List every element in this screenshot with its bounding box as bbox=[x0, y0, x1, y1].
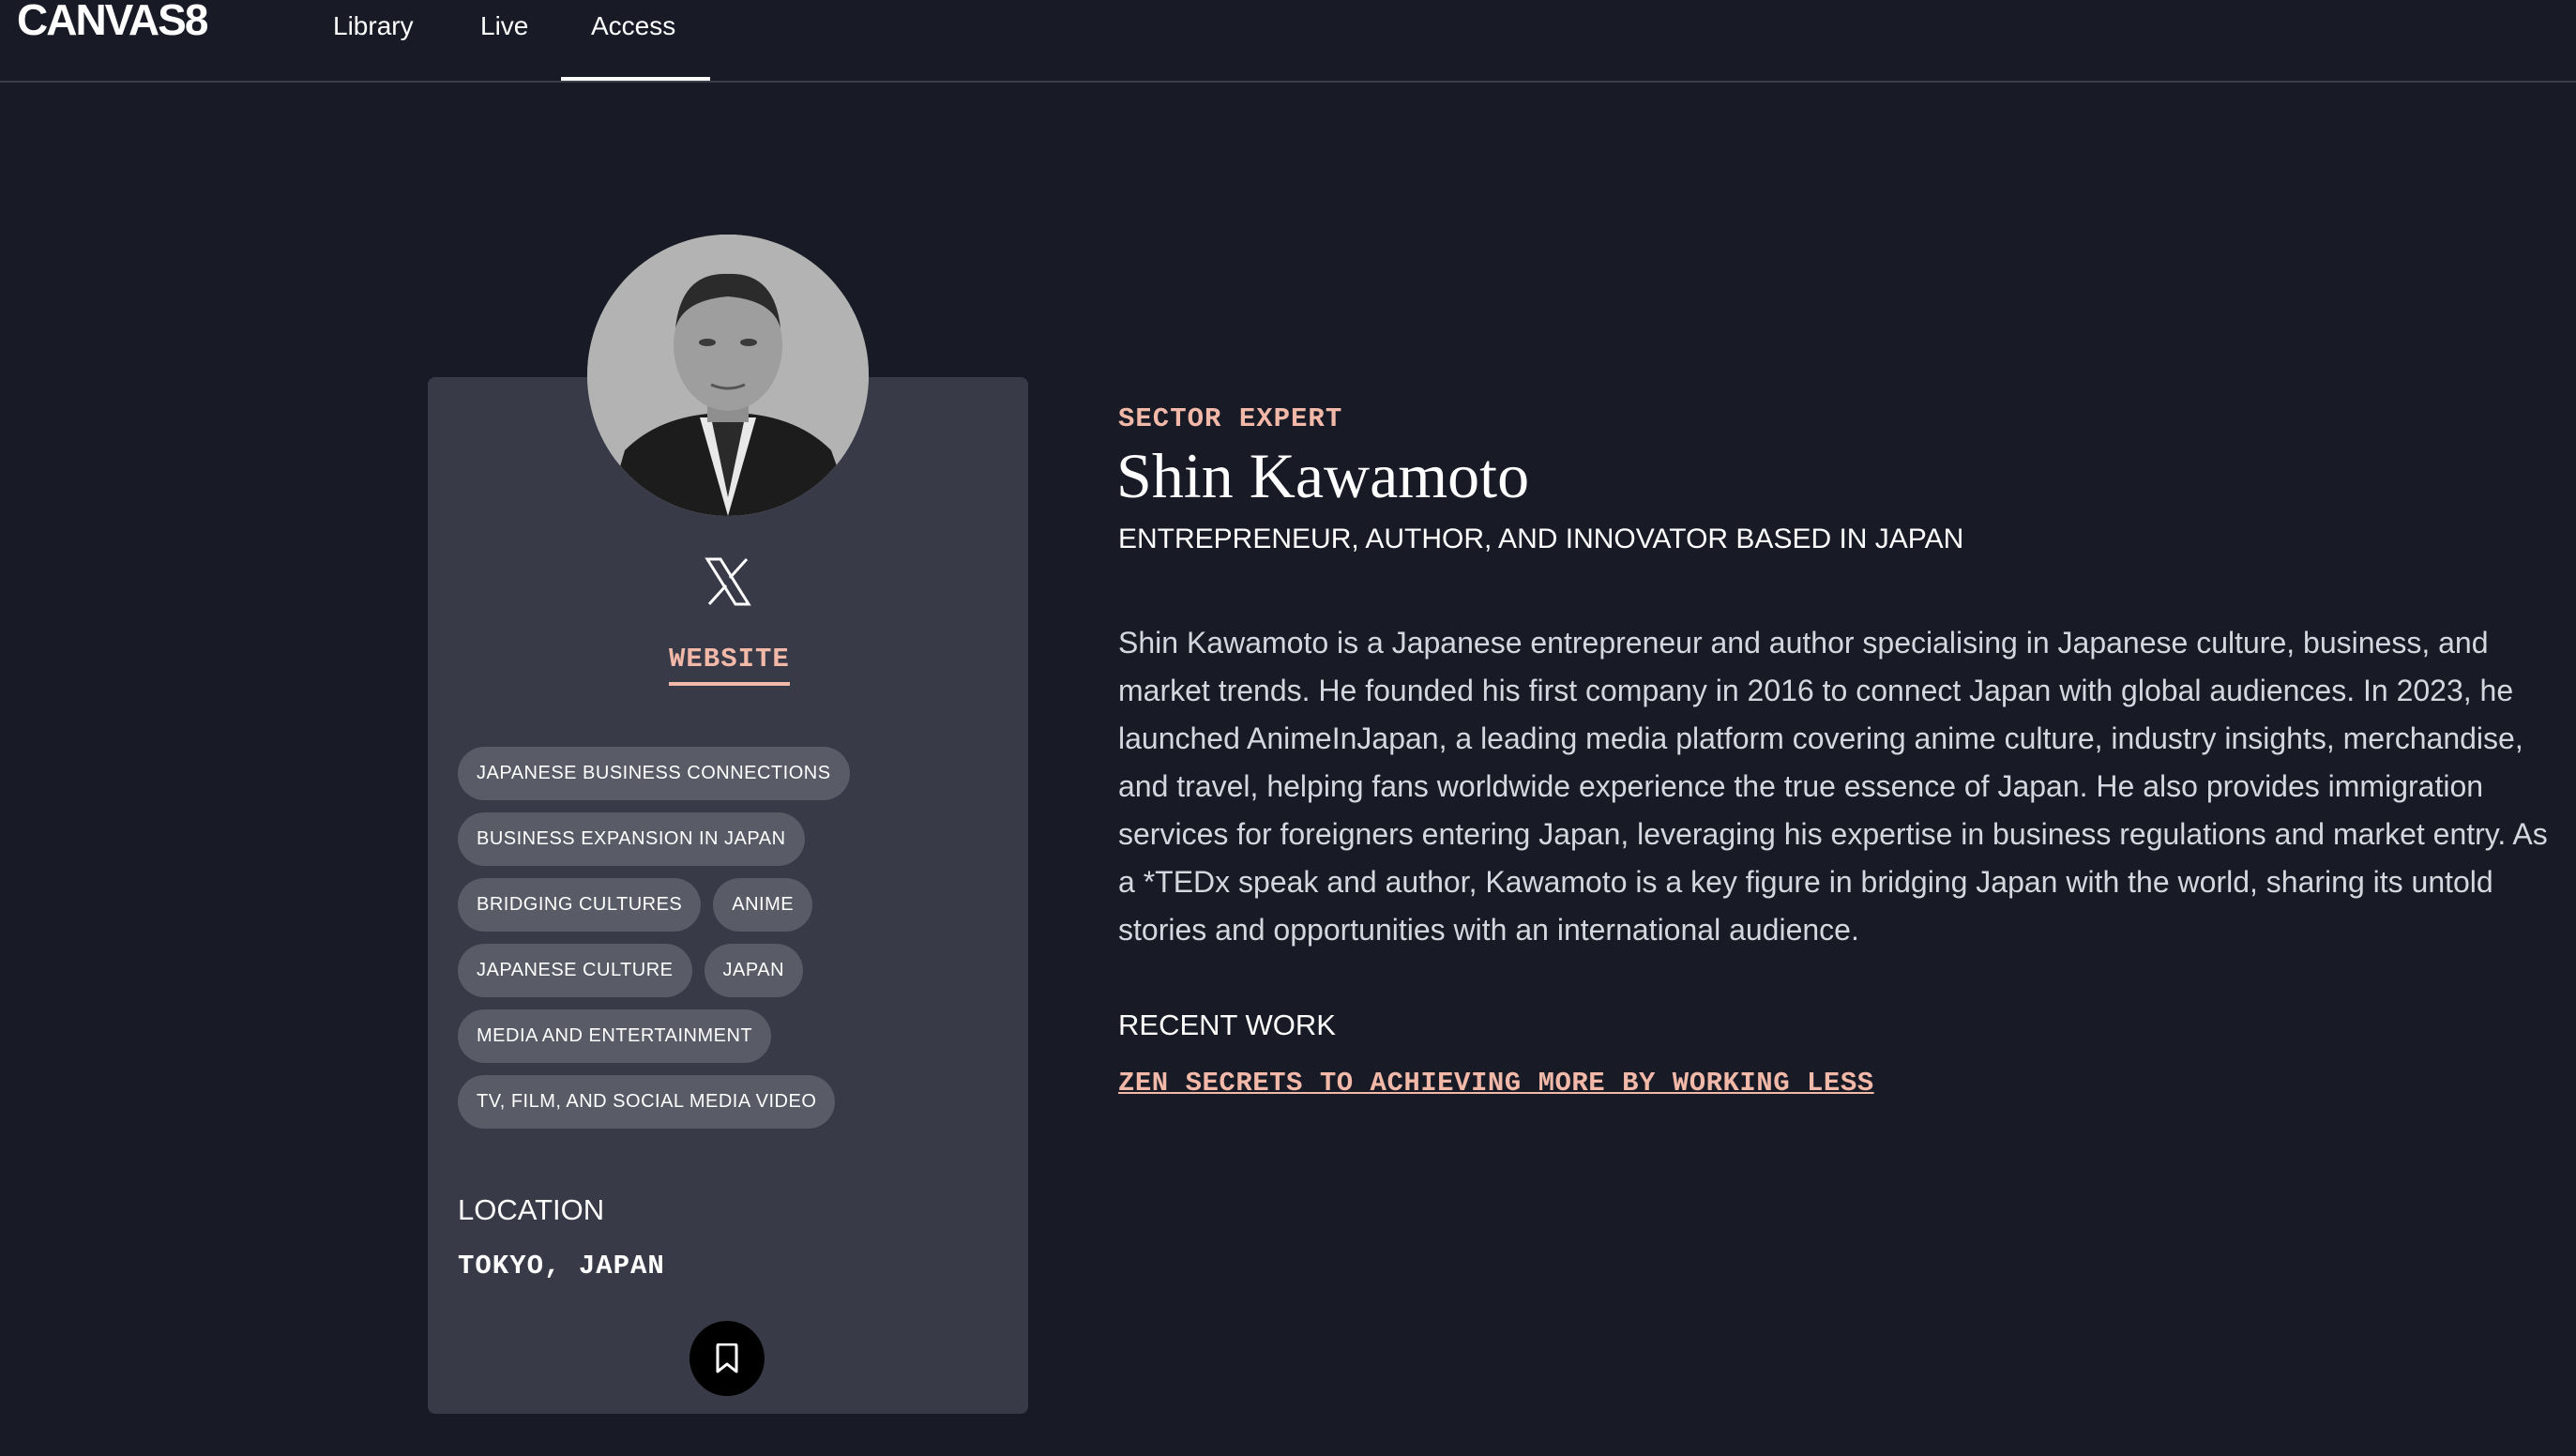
active-tab-indicator bbox=[561, 77, 710, 81]
bookmark-icon bbox=[716, 1343, 738, 1373]
expert-bio: Shin Kawamoto is a Japanese entrepreneur… bbox=[1118, 626, 2548, 947]
nav-item-library[interactable]: Library bbox=[333, 11, 414, 41]
role-label: SECTOR EXPERT bbox=[1118, 403, 1343, 434]
top-navigation: CANVAS8 Library Live Access bbox=[0, 0, 2576, 83]
tag-japanese-business-connections[interactable]: JAPANESE BUSINESS CONNECTIONS bbox=[458, 747, 850, 800]
avatar-portrait bbox=[587, 235, 869, 516]
website-link[interactable]: WEBSITE bbox=[669, 644, 790, 686]
location-value: TOKYO, JAPAN bbox=[458, 1251, 665, 1282]
tag-bridging-cultures[interactable]: BRIDGING CULTURES bbox=[458, 878, 702, 932]
tag-japan[interactable]: JAPAN bbox=[704, 944, 804, 997]
recent-work-link[interactable]: ZEN SECRETS TO ACHIEVING MORE BY WORKING… bbox=[1118, 1068, 1874, 1099]
tag-business-expansion-in-japan[interactable]: BUSINESS EXPANSION IN JAPAN bbox=[458, 812, 805, 866]
tag-tv-film-social-media-video[interactable]: TV, FILM, AND SOCIAL MEDIA VIDEO bbox=[458, 1075, 836, 1129]
location-label: LOCATION bbox=[458, 1193, 605, 1226]
recent-work-label: RECENT WORK bbox=[1118, 1009, 1336, 1041]
x-social-icon[interactable] bbox=[702, 555, 754, 608]
nav-item-live[interactable]: Live bbox=[480, 11, 528, 41]
tag-anime[interactable]: ANIME bbox=[713, 878, 813, 932]
bookmark-button[interactable] bbox=[689, 1321, 765, 1396]
expert-subtitle: ENTREPRENEUR, AUTHOR, AND INNOVATOR BASE… bbox=[1118, 523, 1964, 554]
tag-media-and-entertainment[interactable]: MEDIA AND ENTERTAINMENT bbox=[458, 1009, 772, 1063]
expertise-tags: JAPANESE BUSINESS CONNECTIONS BUSINESS E… bbox=[458, 747, 1002, 1141]
canvas8-logo[interactable]: CANVAS8 bbox=[17, 0, 208, 45]
tag-japanese-culture[interactable]: JAPANESE CULTURE bbox=[458, 944, 692, 997]
x-icon bbox=[705, 557, 751, 606]
expert-name: Shin Kawamoto bbox=[1116, 440, 1530, 511]
profile-avatar bbox=[587, 235, 869, 516]
nav-item-access[interactable]: Access bbox=[591, 11, 675, 41]
